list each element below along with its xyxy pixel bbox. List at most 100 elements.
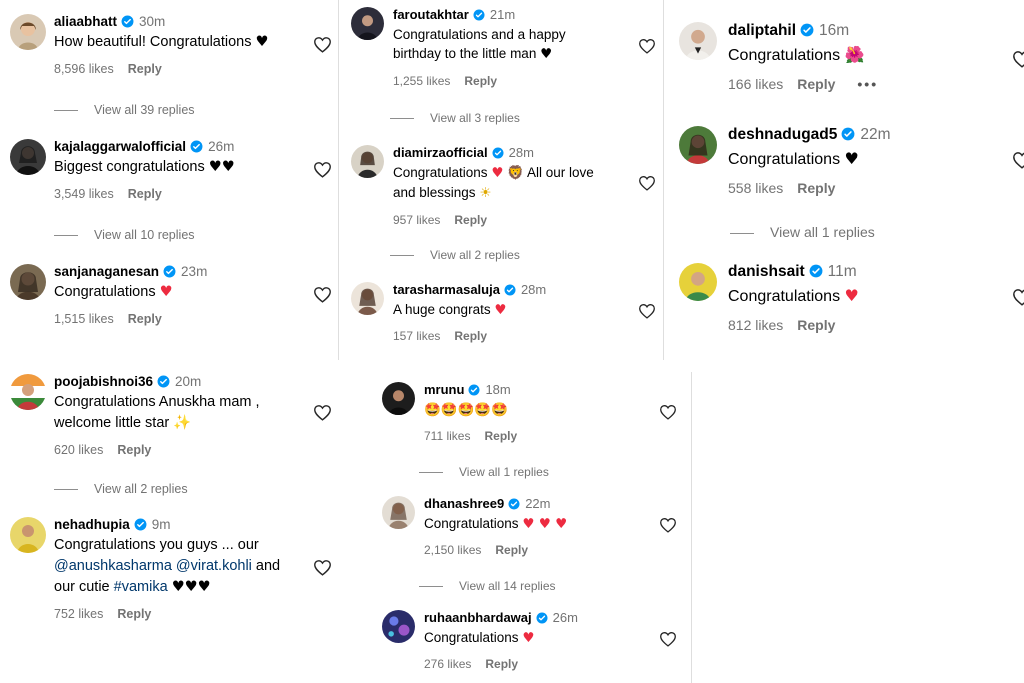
comment-diamirzaofficial: diamirzaofficial 28m Congratulations ♥ 🦁 … [351,145,661,235]
avatar[interactable] [382,496,415,529]
comment-meta: 1,515 likes Reply [54,312,207,326]
like-heart-icon[interactable] [659,631,677,647]
reply-button[interactable]: Reply [495,543,528,557]
like-count[interactable]: 1,255 likes [393,74,450,88]
black-heart-emoji: ♥ [255,34,269,51]
mention-link[interactable]: @anushkasharma [54,558,172,574]
username[interactable]: sanjanaganesan [54,264,159,279]
reply-button[interactable]: Reply [117,607,151,621]
comments-panel-lower: mrunu 18m 🤩🤩🤩🤩🤩 711 likes Reply View all 1… [370,372,690,683]
view-replies-link[interactable]: View all 2 replies [390,248,520,262]
avatar[interactable] [351,282,384,315]
view-replies-link[interactable]: View all 2 replies [54,482,188,496]
like-count[interactable]: 620 likes [54,443,103,457]
username[interactable]: kajalaggarwalofficial [54,139,186,154]
comment-deshnadugad5: deshnadugad5 22m Congratulations ♥ 558 li… [679,126,1024,206]
mention-link[interactable]: @virat.kohli [176,558,252,574]
like-count[interactable]: 157 likes [393,329,440,343]
like-heart-icon[interactable] [313,161,332,178]
username[interactable]: diamirzaofficial [393,145,488,160]
like-count[interactable]: 957 likes [393,213,440,227]
like-heart-icon[interactable] [638,175,656,191]
reply-button[interactable]: Reply [797,317,835,333]
like-count[interactable]: 558 likes [728,180,783,196]
avatar[interactable] [382,382,415,415]
reply-button[interactable]: Reply [454,213,487,227]
username[interactable]: dhanashree9 [424,496,504,511]
like-count[interactable]: 3,549 likes [54,187,114,201]
red-heart-emoji: ♥ [494,301,507,318]
view-replies-link[interactable]: View all 39 replies [54,103,195,117]
comment-sanjanaganesan: sanjanaganesan 23m Congratulations ♥ 1,51… [10,264,335,344]
like-heart-icon[interactable] [1012,151,1024,169]
comment-meta: 3,549 likes Reply [54,187,235,201]
like-heart-icon[interactable] [313,36,332,53]
like-heart-icon[interactable] [659,517,677,533]
view-replies-link[interactable]: View all 1 replies [419,465,549,479]
more-options-icon[interactable]: ••• [857,76,878,92]
reply-button[interactable]: Reply [128,62,162,76]
like-heart-icon[interactable] [313,559,332,576]
like-heart-icon[interactable] [1012,50,1024,68]
avatar[interactable] [679,22,717,60]
avatar[interactable] [679,126,717,164]
avatar[interactable] [10,14,46,50]
username[interactable]: poojabishnoi36 [54,374,153,389]
username[interactable]: mrunu [424,382,464,397]
view-replies-link[interactable]: View all 10 replies [54,228,195,242]
avatar[interactable] [679,263,717,301]
verified-badge-icon [134,518,147,531]
like-heart-icon[interactable] [659,404,677,420]
avatar[interactable] [10,374,46,410]
username[interactable]: daliptahil [728,22,796,39]
reply-button[interactable]: Reply [128,187,162,201]
reply-button[interactable]: Reply [464,74,497,88]
avatar[interactable] [382,610,415,643]
like-count[interactable]: 166 likes [728,76,783,92]
reply-button[interactable]: Reply [117,443,151,457]
hashtag-link[interactable]: #vamika [114,579,168,595]
timestamp: 22m [860,126,891,143]
avatar[interactable] [351,7,384,40]
verified-badge-icon [121,15,134,28]
reply-button[interactable]: Reply [797,180,835,196]
verified-badge-icon [504,284,516,296]
username[interactable]: nehadhupia [54,517,130,532]
like-count[interactable]: 1,515 likes [54,312,114,326]
username[interactable]: deshnadugad5 [728,126,837,143]
avatar[interactable] [10,139,46,175]
like-heart-icon[interactable] [638,38,656,54]
black-heart-emoji: ♥ [844,148,859,168]
avatar[interactable] [10,517,46,553]
like-heart-icon[interactable] [638,303,656,319]
username[interactable]: faroutakhtar [393,7,469,22]
reply-button[interactable]: Reply [484,429,517,443]
like-heart-icon[interactable] [313,404,332,421]
like-count[interactable]: 276 likes [424,657,471,671]
username[interactable]: tarasharmasaluja [393,282,500,297]
like-count[interactable]: 2,150 likes [424,543,481,557]
verified-badge-icon [473,9,485,21]
view-replies-link[interactable]: View all 14 replies [419,579,556,593]
avatar[interactable] [351,145,384,178]
reply-button[interactable]: Reply [128,312,162,326]
reply-button[interactable]: Reply [797,76,835,92]
comment-meta: 812 likes Reply [728,317,859,333]
reply-button[interactable]: Reply [454,329,487,343]
avatar[interactable] [10,264,46,300]
view-replies-link[interactable]: View all 3 replies [390,111,520,125]
like-count[interactable]: 752 likes [54,607,103,621]
reply-button[interactable]: Reply [485,657,518,671]
like-count[interactable]: 8,596 likes [54,62,114,76]
comment-tarasharmasaluja: tarasharmasaluja 28m A huge congrats ♥ 15… [351,282,661,352]
like-heart-icon[interactable] [1012,288,1024,306]
username[interactable]: aliaabhatt [54,14,117,29]
username[interactable]: danishsait [728,263,805,280]
verified-badge-icon [468,384,480,396]
like-heart-icon[interactable] [313,286,332,303]
like-count[interactable]: 711 likes [424,429,470,443]
view-replies-link[interactable]: View all 1 replies [730,224,875,240]
comment-aliaabhatt: aliaabhatt 30m How beautiful! Congratulat… [10,14,335,94]
like-count[interactable]: 812 likes [728,317,783,333]
username[interactable]: ruhaanbhardawaj [424,610,532,625]
